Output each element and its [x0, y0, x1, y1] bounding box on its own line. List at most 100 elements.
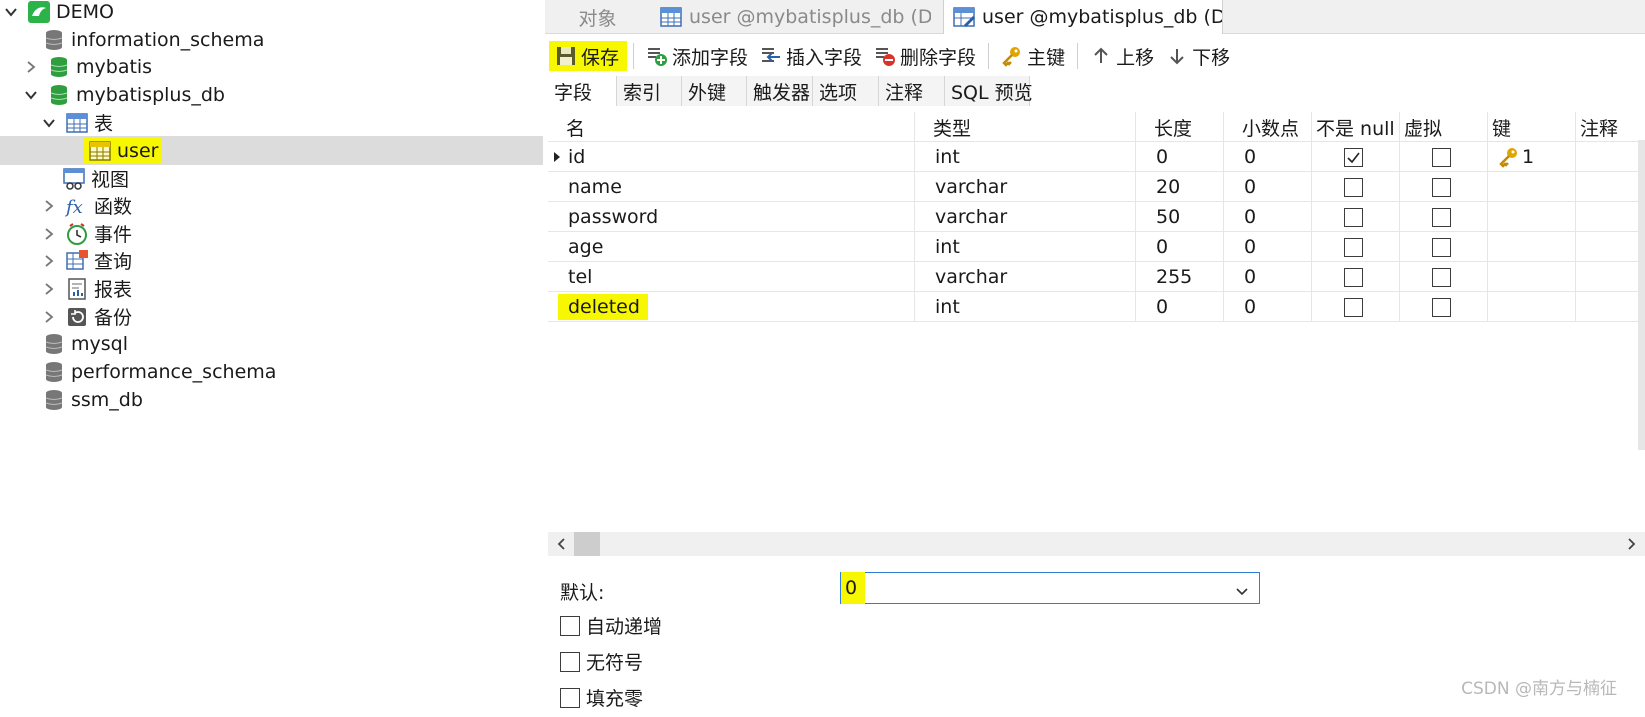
chevron-right-icon[interactable] [42, 254, 56, 268]
cell-name[interactable]: age [548, 232, 915, 262]
insert-field-button[interactable]: 插入字段 [754, 41, 868, 71]
cell-not-null[interactable] [1312, 292, 1400, 322]
cell-not-null[interactable] [1312, 172, 1400, 202]
cell-decimals[interactable]: 0 [1224, 202, 1312, 232]
cell-key[interactable] [1488, 232, 1576, 262]
tree-node-connection[interactable]: DEMO [4, 0, 543, 26]
tab-objects[interactable]: 对象 [545, 0, 650, 34]
virtual-checkbox[interactable] [1432, 207, 1451, 227]
cell-not-null[interactable] [1312, 142, 1400, 172]
cell-decimals[interactable]: 0 [1224, 232, 1312, 262]
not-null-checkbox[interactable] [1344, 297, 1363, 317]
tab-user-table-data[interactable]: user @mybatisplus_db (DE... [651, 0, 931, 34]
cell-name[interactable]: name [548, 172, 915, 202]
table-row[interactable]: deleted int 0 0 [548, 292, 1638, 322]
column-header-comment[interactable]: 注释 [1576, 112, 1638, 142]
tree-node-views[interactable]: 视图 [62, 164, 543, 193]
virtual-checkbox[interactable] [1432, 267, 1451, 287]
tree-node-queries[interactable]: 查询 [42, 246, 543, 275]
tree-node-backups[interactable]: 备份 [42, 302, 543, 331]
table-row[interactable]: name varchar 20 0 [548, 172, 1638, 202]
cell-comment[interactable] [1576, 142, 1638, 172]
tree-node-functions[interactable]: fx 函数 [42, 191, 543, 220]
cell-comment[interactable] [1576, 232, 1638, 262]
cell-key[interactable] [1488, 202, 1576, 232]
cell-type[interactable]: int [915, 292, 1136, 322]
cell-virtual[interactable] [1400, 142, 1488, 172]
scrollbar-thumb[interactable] [574, 532, 600, 556]
cell-length[interactable]: 0 [1136, 292, 1224, 322]
column-header-type[interactable]: 类型 [915, 112, 1136, 142]
cell-key[interactable] [1488, 292, 1576, 322]
cell-length[interactable]: 255 [1136, 262, 1224, 292]
cell-comment[interactable] [1576, 202, 1638, 232]
cell-key[interactable] [1488, 262, 1576, 292]
cell-name[interactable]: password [548, 202, 915, 232]
cell-comment[interactable] [1576, 262, 1638, 292]
not-null-checkbox[interactable] [1344, 267, 1363, 287]
auto-increment-checkbox[interactable]: 自动递增 [560, 612, 662, 639]
cell-virtual[interactable] [1400, 172, 1488, 202]
cell-not-null[interactable] [1312, 262, 1400, 292]
tree-node-mysql[interactable]: mysql [42, 329, 543, 358]
cell-type[interactable]: int [915, 232, 1136, 262]
cell-name[interactable]: deleted [548, 292, 915, 322]
chevron-right-icon[interactable] [42, 227, 56, 241]
chevron-right-icon[interactable] [42, 310, 56, 324]
not-null-checkbox-checked[interactable] [1344, 147, 1363, 167]
cell-name[interactable]: id [548, 142, 915, 172]
cell-decimals[interactable]: 0 [1224, 292, 1312, 322]
tree-node-ssm-db[interactable]: ssm_db [42, 385, 543, 414]
add-field-button[interactable]: 添加字段 [640, 41, 754, 71]
cell-length[interactable]: 50 [1136, 202, 1224, 232]
virtual-checkbox[interactable] [1432, 177, 1451, 197]
chevron-down-icon[interactable] [42, 116, 56, 130]
cell-virtual[interactable] [1400, 292, 1488, 322]
zerofill-checkbox[interactable]: 填充零 [560, 684, 643, 711]
cell-key[interactable] [1488, 172, 1576, 202]
chevron-down-icon[interactable] [24, 88, 38, 102]
cell-length[interactable]: 0 [1136, 232, 1224, 262]
virtual-checkbox[interactable] [1432, 237, 1451, 257]
tree-node-reports[interactable]: 报表 [42, 274, 543, 303]
chevron-right-icon[interactable] [42, 199, 56, 213]
table-row[interactable]: id int 0 0 1 [548, 142, 1638, 172]
table-row[interactable]: age int 0 0 [548, 232, 1638, 262]
chevron-down-icon[interactable] [1235, 581, 1249, 596]
tree-node-performance-schema[interactable]: performance_schema [42, 357, 543, 386]
column-header-virtual[interactable]: 虚拟 [1400, 112, 1488, 142]
cell-type[interactable]: varchar [915, 262, 1136, 292]
column-header-length[interactable]: 长度 [1136, 112, 1224, 142]
cell-decimals[interactable]: 0 [1224, 172, 1312, 202]
cell-type[interactable]: varchar [915, 202, 1136, 232]
column-header-decimals[interactable]: 小数点 [1224, 112, 1312, 142]
subtab-indexes[interactable]: 索引 [617, 76, 682, 106]
tree-node-events[interactable]: 事件 [42, 219, 543, 248]
delete-field-button[interactable]: 删除字段 [868, 41, 982, 71]
chevron-right-icon[interactable] [24, 60, 38, 74]
cell-name[interactable]: tel [548, 262, 915, 292]
virtual-checkbox[interactable] [1432, 297, 1451, 317]
subtab-fields[interactable]: 字段 [548, 76, 617, 106]
cell-decimals[interactable]: 0 [1224, 262, 1312, 292]
cell-not-null[interactable] [1312, 202, 1400, 232]
tree-node-mybatisplus-db[interactable]: mybatisplus_db [24, 80, 543, 109]
virtual-checkbox[interactable] [1432, 147, 1451, 167]
tree-node-mybatis[interactable]: mybatis [24, 52, 543, 81]
cell-comment[interactable] [1576, 292, 1638, 322]
chevron-right-icon[interactable] [42, 282, 56, 296]
horizontal-scrollbar[interactable] [548, 532, 1645, 556]
subtab-options[interactable]: 选项 [813, 76, 879, 106]
checkbox-box[interactable] [560, 687, 580, 708]
cell-decimals[interactable]: 0 [1224, 142, 1312, 172]
primary-key-button[interactable]: 主键 [995, 41, 1071, 71]
tab-user-table-design[interactable]: user @mybatisplus_db (DE... [943, 0, 1223, 34]
checkbox-box[interactable] [560, 615, 580, 636]
not-null-checkbox[interactable] [1344, 177, 1363, 197]
default-value-combobox[interactable]: 0 [840, 572, 1260, 604]
cell-length[interactable]: 20 [1136, 172, 1224, 202]
column-header-not-null[interactable]: 不是 null [1312, 112, 1400, 142]
tree-node-information-schema[interactable]: information_schema [42, 25, 543, 54]
vertical-scrollbar[interactable] [1638, 140, 1645, 450]
tree-node-user-table[interactable]: user [0, 136, 543, 165]
